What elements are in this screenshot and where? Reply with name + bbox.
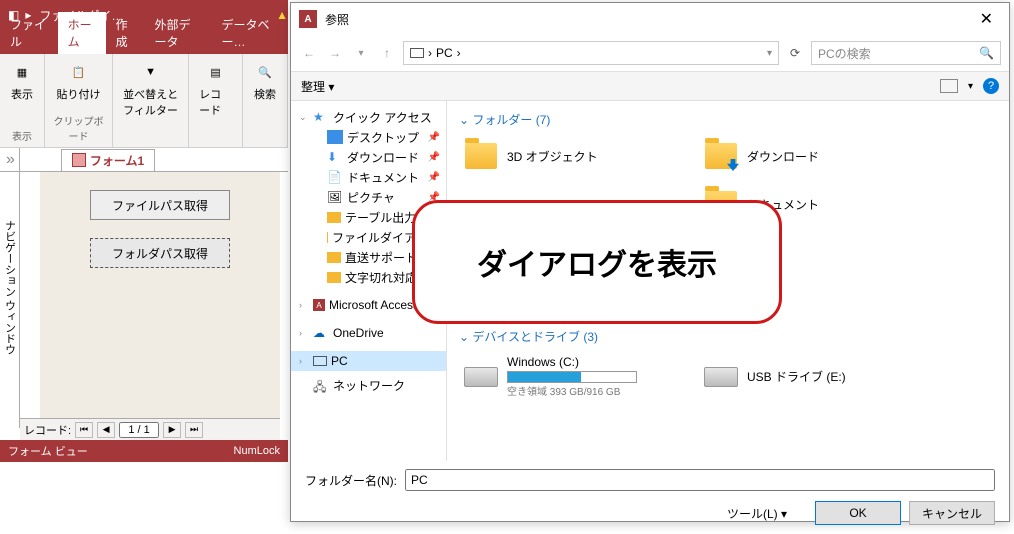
refresh-button[interactable]: ⟳ (785, 46, 805, 60)
view-button[interactable]: ▦ 表示 (6, 58, 38, 104)
search-icon: 🔍 (253, 60, 277, 84)
close-button[interactable]: ✕ (972, 9, 1001, 29)
search-icon: 🔍 (979, 46, 994, 60)
section-devices[interactable]: ⌄ デバイスとドライブ (3) (459, 328, 997, 345)
tab-home[interactable]: ホーム (58, 12, 106, 54)
tree-desktop[interactable]: デスクトップ📌 (291, 127, 446, 147)
tree-network[interactable]: 🖧ネットワーク (291, 375, 446, 395)
get-filepath-button[interactable]: ファイルパス取得 (90, 190, 230, 220)
paste-button[interactable]: 📋 貼り付け (51, 58, 106, 104)
status-left: フォーム ビュー (8, 443, 88, 459)
folder-name-input[interactable] (405, 469, 995, 491)
dialog-titlebar: A 参照 ✕ (291, 3, 1009, 35)
tree-quick-access[interactable]: ⌄★クイック アクセス (291, 107, 446, 127)
record-next-button[interactable]: ▶ (163, 422, 181, 438)
folder-name-label: フォルダー名(N): (305, 472, 397, 489)
record-icon: ▤ (204, 60, 228, 84)
record-navigator: レコード: ⏮ ◀ ▶ ⏭ (20, 418, 280, 440)
form-tab[interactable]: フォーム1 (61, 149, 155, 171)
tab-create[interactable]: 作成 (106, 12, 145, 54)
access-main-window: ◧ ▸ ファイルダイ… ▲ ファイル ホーム 作成 外部データ データベー… ▦… (0, 0, 288, 520)
nav-pane-collapsed[interactable]: ナビゲーション ウィンドウ (0, 148, 20, 428)
tab-file[interactable]: ファイル (0, 12, 58, 54)
drive-c-usage (507, 371, 637, 383)
up-button[interactable]: ↑ (377, 46, 397, 60)
crumb-chevron-icon[interactable]: ▾ (767, 48, 772, 59)
access-app-icon: A (299, 10, 317, 28)
status-right: NumLock (234, 445, 280, 457)
item-downloads[interactable]: ダウンロード (699, 132, 939, 180)
form-body: ファイルパス取得 フォルダパス取得 (40, 172, 280, 422)
view-options-button[interactable] (940, 79, 958, 93)
tab-external[interactable]: 外部データ (144, 12, 211, 54)
status-bar: フォーム ビュー NumLock (0, 440, 288, 462)
tree-pc[interactable]: ›PC (291, 351, 446, 371)
history-chevron-icon[interactable]: ▾ (351, 48, 371, 59)
clipboard-icon: 📋 (67, 60, 91, 84)
search-input[interactable]: PCの検索 🔍 (811, 41, 1001, 65)
record-label: レコード: (24, 422, 71, 438)
record-last-button[interactable]: ⏭ (185, 422, 203, 438)
annotation-callout: ダイアログを表示 (412, 200, 782, 324)
record-button[interactable]: ▤ レコード (195, 58, 236, 120)
find-button[interactable]: 🔍 検索 (249, 58, 281, 104)
funnel-icon: ▼ (139, 60, 163, 84)
section-folders[interactable]: ⌄ フォルダー (7) (459, 111, 997, 128)
view-chevron-icon[interactable]: ▾ (968, 81, 973, 92)
help-button[interactable]: ? (983, 78, 999, 94)
tree-downloads[interactable]: ⬇ダウンロード📌 (291, 147, 446, 167)
tools-menu[interactable]: ツール(L) ▾ (727, 505, 787, 522)
dialog-toolbar: 整理 ▾ ▾ ? (291, 71, 1009, 101)
ribbon-tabs: ファイル ホーム 作成 外部データ データベー… (0, 30, 288, 54)
pc-icon (410, 48, 424, 58)
ok-button[interactable]: OK (815, 501, 901, 525)
record-position-input[interactable] (119, 422, 159, 438)
group-clipboard: クリップボード (51, 113, 106, 143)
cancel-button[interactable]: キャンセル (909, 501, 995, 525)
tab-database[interactable]: データベー… (212, 12, 288, 54)
item-3d-objects[interactable]: 3D オブジェクト (459, 132, 699, 180)
form-tabbar: » フォーム1 (0, 148, 288, 172)
tree-onedrive[interactable]: ›☁OneDrive (291, 323, 446, 343)
dialog-footer: フォルダー名(N): ツール(L) ▾ OK キャンセル (291, 461, 1009, 533)
back-button[interactable]: ← (299, 46, 319, 60)
breadcrumb[interactable]: › PC › ▾ (403, 41, 779, 65)
ribbon: ▦ 表示 表示 📋 貼り付け クリップボード ▼ 並べ替えと フィルター ▤ レ… (0, 54, 288, 148)
item-drive-c[interactable]: Windows (C:) 空き領域 393 GB/916 GB (459, 349, 699, 404)
sort-filter-button[interactable]: ▼ 並べ替えと フィルター (119, 58, 182, 120)
dialog-title: 参照 (325, 11, 349, 28)
tree-documents[interactable]: 📄ドキュメント📌 (291, 167, 446, 187)
form-icon (72, 153, 86, 167)
crumb-pc[interactable]: PC (436, 46, 453, 60)
get-folderpath-button[interactable]: フォルダパス取得 (90, 238, 230, 268)
record-prev-button[interactable]: ◀ (97, 422, 115, 438)
dialog-navbar: ← → ▾ ↑ › PC › ▾ ⟳ PCの検索 🔍 (291, 35, 1009, 71)
organize-menu[interactable]: 整理 ▾ (301, 78, 334, 95)
forward-button[interactable]: → (325, 46, 345, 60)
record-first-button[interactable]: ⏮ (75, 422, 93, 438)
group-view: 表示 (6, 128, 38, 143)
grid-icon: ▦ (10, 60, 34, 84)
item-drive-e[interactable]: USB ドライブ (E:) (699, 349, 939, 404)
